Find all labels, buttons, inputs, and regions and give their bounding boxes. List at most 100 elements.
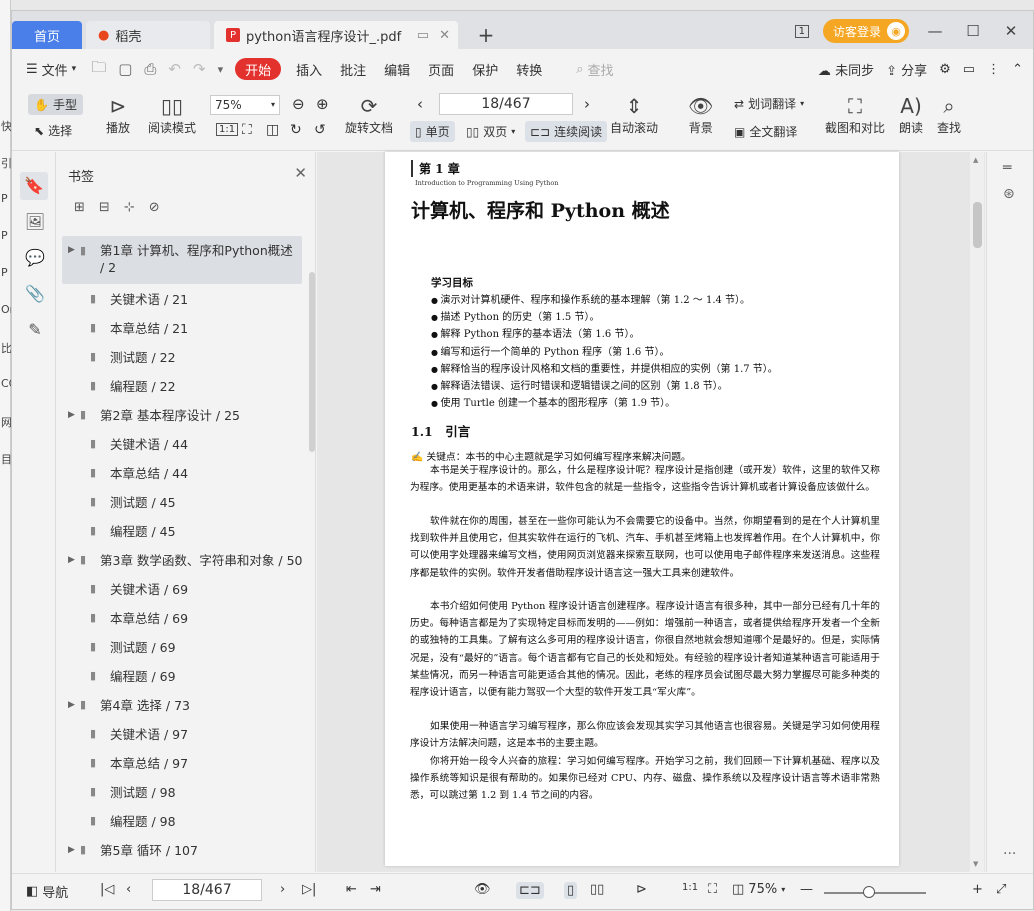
bookmark-item[interactable]: ▮ 测试题 / 45 [56,487,308,516]
expand-arrow-icon[interactable]: ▶ [68,555,80,565]
auto-scroll-button[interactable]: ⇕ 自动滚动 [610,93,658,136]
navigation-button[interactable]: ◧ 导航 [26,882,68,901]
double-page-icon[interactable]: ▯▯ [590,882,604,897]
bookmark-item[interactable]: ▮ 编程题 / 69 [56,661,308,690]
visitor-login-button[interactable]: 访客登录 ◉ [822,19,909,43]
bookmark-item[interactable]: ▮ 编程题 / 22 [56,371,308,400]
document-scrollbar[interactable]: ▲ ▼ [970,152,984,872]
read-mode-button[interactable]: ▯▯ 阅读模式 [148,93,196,136]
save-icon[interactable]: ▢ [112,60,138,78]
prev-page-icon[interactable]: ‹ [417,95,423,113]
select-tool-button[interactable]: ⬉ 选择 [34,122,72,139]
bookmark-item[interactable]: ▶ ▮ 第4章 选择 / 73 [56,690,308,719]
bookmark-item[interactable]: ▮ 关键术语 / 21 [56,284,308,313]
more-dropdown-icon[interactable]: ▾ [212,63,230,76]
continuous-view-icon[interactable]: ⊏⊐ [516,882,544,899]
tab-daoke[interactable]: ● 稻壳 [86,21,210,49]
hand-tool-button[interactable]: ✋ 手型 [28,94,83,115]
menu-convert[interactable]: 转换 [507,60,551,79]
double-page-button[interactable]: ▯▯ 双页 ▾ [466,123,515,140]
document-viewport[interactable]: 第 1 章 Introduction to Programming Using … [317,152,985,872]
fullscreen-icon[interactable]: ⤢ [996,882,1006,897]
background-button[interactable]: 👁 背景 [688,93,713,136]
ai-search-icon[interactable]: ⊛ [1003,186,1015,202]
bookmark-item[interactable]: ▮ 本章总结 / 44 [56,458,308,487]
bookmark-item[interactable]: ▮ 测试题 / 98 [56,777,308,806]
bookmark-panel-icon[interactable]: 🔖 [20,172,48,200]
bookmark-item[interactable]: ▮ 编程题 / 98 [56,806,308,835]
signature-icon[interactable]: ✎ [24,320,46,339]
status-page-input[interactable]: 18/467 [152,879,262,901]
open-folder-icon[interactable]: 🗀 [85,57,112,82]
menu-annotate[interactable]: 批注 [331,60,375,79]
play-button[interactable]: ⊳ 播放 [106,93,130,136]
bookmark-item[interactable]: ▮关键术语 / 130 [56,864,308,872]
bookmark-item[interactable]: ▮ 关键术语 / 69 [56,574,308,603]
fit-page-icon[interactable]: ⛶ [708,882,717,897]
menu-edit[interactable]: 编辑 [375,60,419,79]
zoom-out-button[interactable]: — [800,882,813,897]
bookmark-item[interactable]: ▮ 关键术语 / 97 [56,719,308,748]
word-translate-button[interactable]: ⇄ 划词翻译 ▾ [734,95,804,112]
play-icon[interactable]: ⊳ [636,882,647,897]
rotate-right-icon[interactable]: ↺ [314,122,326,138]
close-window-icon[interactable]: ✕ [999,22,1023,40]
eye-icon[interactable]: 👁 [474,882,491,897]
full-translate-button[interactable]: ▣ 全文翻译 [734,123,797,140]
fit-width-button[interactable]: ◫ 75% ▾ [732,882,785,897]
annotation-icon[interactable]: 💬 [24,248,46,267]
zoom-select[interactable]: 75% ▾ [210,95,280,115]
next-page-icon[interactable]: › [584,95,590,113]
menu-search[interactable]: ⌕ 查找 [567,60,622,79]
continuous-read-button[interactable]: ⊏⊐ 连续阅读 [525,121,608,142]
minimize-icon[interactable]: — [923,22,947,40]
delete-bookmark-icon[interactable]: ⊘ [149,200,160,215]
page-number-input[interactable]: 18/467 [439,93,573,115]
bookmark-item[interactable]: ▮ 编程题 / 45 [56,516,308,545]
expand-arrow-icon[interactable]: ▶ [68,845,80,855]
zoom-in-icon[interactable]: ⊕ [316,95,329,113]
bookmark-item[interactable]: ▮ 本章总结 / 97 [56,748,308,777]
add-bookmark-icon[interactable]: ⊹ [124,200,135,215]
file-menu[interactable]: ☰ 文件 ▾ [12,60,85,79]
menu-insert[interactable]: 插入 [287,60,331,79]
scroll-thumb[interactable] [973,202,982,248]
tab-home[interactable]: 首页 [12,21,82,49]
undo-icon[interactable]: ↶ [162,60,187,78]
share-button[interactable]: ⇪ 分享 [886,60,927,79]
menu-start[interactable]: 开始 [235,58,282,80]
forward-icon[interactable]: ⇥ [370,882,381,897]
bookmark-item[interactable]: ▮ 本章总结 / 69 [56,603,308,632]
thumbnail-icon[interactable]: 🖼 [24,212,46,231]
zoom-slider[interactable] [824,886,926,898]
tab-close-icon[interactable]: ✕ [439,28,450,43]
zoom-in-button[interactable]: + [972,882,983,897]
single-page-icon[interactable]: ▯ [564,882,578,899]
single-page-button[interactable]: ▯ 单页 [410,121,455,142]
screenshot-compare-button[interactable]: ⛶ 截图和对比 [825,93,885,136]
next-page-icon[interactable]: › [280,882,285,897]
bookmark-item[interactable]: ▮ 测试题 / 22 [56,342,308,371]
settings-icon[interactable]: ⚙ [939,62,951,77]
actual-size-icon[interactable]: 1:1 [216,123,239,136]
bookmark-item[interactable]: ▶ ▮ 第5章 循环 / 107 [56,835,308,864]
expand-arrow-icon[interactable]: ▶ [68,410,80,420]
comment-icon[interactable]: ▭ [963,62,975,77]
attachment-icon[interactable]: 📎 [24,284,46,303]
tab-pdf-document[interactable]: P python语言程序设计_.pdf ▭ ✕ [214,21,458,49]
fit-width-icon[interactable]: ◫ [266,122,279,138]
more-icon[interactable]: ⋮ [987,62,1000,77]
bookmark-item[interactable]: ▶ ▮ 第3章 数学函数、字符串和对象 / 50 [56,545,308,574]
zoom-slider-knob[interactable] [863,886,875,898]
prev-page-icon[interactable]: ‹ [126,882,131,897]
scroll-down-icon[interactable]: ▼ [973,860,978,868]
expand-arrow-icon[interactable]: ▶ [68,700,80,710]
page-count-icon[interactable]: 1 [794,24,809,38]
back-icon[interactable]: ⇤ [346,882,357,897]
scroll-up-icon[interactable]: ▲ [973,156,978,164]
new-tab-button[interactable]: + [474,21,498,49]
close-icon[interactable]: ✕ [294,164,307,182]
collapse-all-icon[interactable]: ⊟ [99,200,110,215]
zoom-out-icon[interactable]: ⊖ [292,95,305,113]
bookmark-item[interactable]: ▮ 测试题 / 69 [56,632,308,661]
